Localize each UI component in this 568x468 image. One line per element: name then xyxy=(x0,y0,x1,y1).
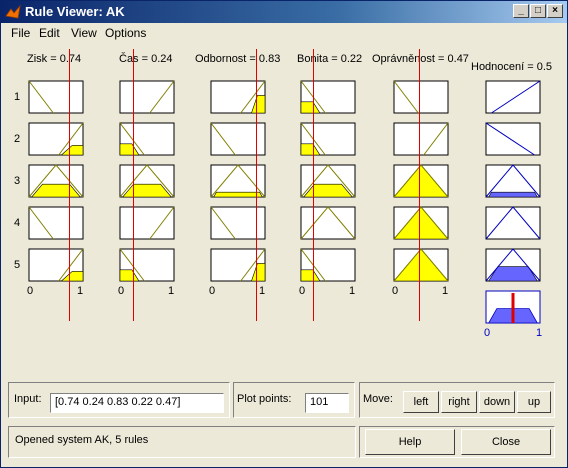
output-mf-plot xyxy=(485,122,541,156)
menu-bar: File Edit View Options xyxy=(1,23,567,43)
axis-tick-max: 1 xyxy=(259,285,266,297)
output-axis-tick-min: 0 xyxy=(484,327,491,339)
axis-tick-max: 1 xyxy=(168,285,175,297)
input-mf-plot xyxy=(300,80,356,114)
input-mf-plot xyxy=(300,206,356,240)
input-mf-plot xyxy=(300,122,356,156)
output-axis-tick-max: 1 xyxy=(536,327,543,339)
input-mf-plot xyxy=(28,122,84,156)
close-button[interactable]: Close xyxy=(461,429,551,455)
input-mf-plot xyxy=(119,122,175,156)
rule-number: 2 xyxy=(14,133,21,145)
output-mf-plot xyxy=(485,164,541,198)
output-mf-plot xyxy=(485,206,541,240)
input-variable-label: Čas = 0.24 xyxy=(119,53,173,65)
input-mf-plot xyxy=(210,164,266,198)
output-mf-plot xyxy=(485,80,541,114)
input-mf-plot xyxy=(28,80,84,114)
input-value-line[interactable] xyxy=(313,49,314,321)
input-mf-plot xyxy=(28,164,84,198)
axis-tick-max: 1 xyxy=(442,285,449,297)
rule-number: 1 xyxy=(14,91,21,103)
rule-number: 3 xyxy=(14,175,21,187)
rule-viewer-window: Rule Viewer: AK _ □ × File Edit View Opt… xyxy=(0,0,568,468)
matlab-icon xyxy=(5,4,21,19)
rule-number: 4 xyxy=(14,217,21,229)
status-text: Opened system AK, 5 rules xyxy=(15,434,149,446)
axis-tick-max: 1 xyxy=(77,285,84,297)
menu-view[interactable]: View xyxy=(71,26,97,40)
axis-tick-min: 0 xyxy=(118,285,125,297)
output-variable-label: Hodnocení = 0.5 xyxy=(471,61,553,73)
input-mf-plot xyxy=(393,206,449,240)
title-bar: Rule Viewer: AK _ □ × xyxy=(1,1,567,23)
move-label: Move: xyxy=(363,393,393,405)
input-mf-plot xyxy=(210,80,266,114)
input-mf-plot xyxy=(210,248,266,282)
close-icon[interactable]: × xyxy=(547,4,563,18)
input-mf-plot xyxy=(119,248,175,282)
input-mf-plot xyxy=(393,80,449,114)
input-mf-plot xyxy=(393,122,449,156)
input-mf-plot xyxy=(393,164,449,198)
axis-tick-max: 1 xyxy=(349,285,356,297)
input-variable-label: Zisk = 0.74 xyxy=(27,53,82,65)
input-mf-plot xyxy=(300,164,356,198)
input-mf-plot xyxy=(119,206,175,240)
rule-plot-area[interactable]: Zisk = 0.74 Čas = 0.24 Odbornost = 0.83 Bon… xyxy=(1,43,567,373)
plot-points-field[interactable]: 101 xyxy=(305,393,349,413)
input-mf-plot xyxy=(28,248,84,282)
input-vector-field[interactable]: [0.74 0.24 0.83 0.22 0.47] xyxy=(50,393,224,413)
input-value-line[interactable] xyxy=(69,49,70,321)
axis-tick-min: 0 xyxy=(27,285,34,297)
input-mf-plot xyxy=(119,80,175,114)
window-title: Rule Viewer: AK xyxy=(25,4,125,19)
input-mf-plot xyxy=(28,206,84,240)
input-value-line[interactable] xyxy=(256,49,257,321)
maximize-icon[interactable]: □ xyxy=(530,4,546,18)
input-mf-plot xyxy=(210,122,266,156)
menu-options[interactable]: Options xyxy=(105,26,146,40)
menu-edit[interactable]: Edit xyxy=(39,26,60,40)
help-button[interactable]: Help xyxy=(365,429,455,455)
move-down-button[interactable]: down xyxy=(479,391,515,413)
axis-tick-min: 0 xyxy=(392,285,399,297)
move-right-button[interactable]: right xyxy=(441,391,477,413)
input-value-line[interactable] xyxy=(419,49,420,321)
aggregated-output-plot xyxy=(485,290,541,324)
move-up-button[interactable]: up xyxy=(517,391,551,413)
axis-tick-min: 0 xyxy=(299,285,306,297)
input-variable-label: Bonita = 0.22 xyxy=(297,53,363,65)
output-mf-plot xyxy=(485,248,541,282)
axis-tick-min: 0 xyxy=(209,285,216,297)
input-label: Input: xyxy=(14,393,42,405)
move-left-button[interactable]: left xyxy=(403,391,439,413)
input-mf-plot xyxy=(119,164,175,198)
input-variable-label: Oprávněnost = 0.47 xyxy=(372,53,469,65)
input-mf-plot xyxy=(210,206,266,240)
input-mf-plot xyxy=(393,248,449,282)
minimize-icon[interactable]: _ xyxy=(513,4,529,18)
rule-number: 5 xyxy=(14,259,21,271)
plot-points-label: Plot points: xyxy=(237,393,292,405)
menu-file[interactable]: File xyxy=(11,26,30,40)
input-mf-plot xyxy=(300,248,356,282)
input-value-line[interactable] xyxy=(133,49,134,321)
input-variable-label: Odbornost = 0.83 xyxy=(195,53,281,65)
